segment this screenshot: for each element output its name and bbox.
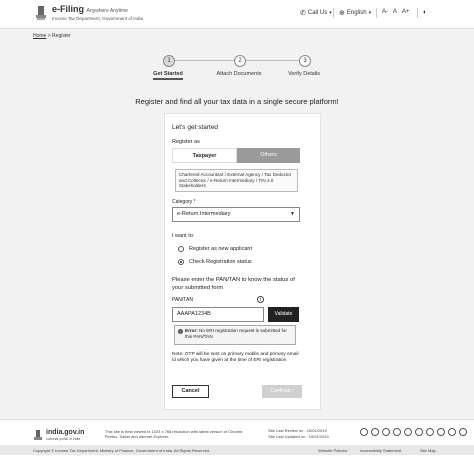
category-value: e-Return Intermediary: [177, 211, 231, 217]
font-size-controls: A- A A+: [382, 9, 410, 15]
badge-icon: [448, 428, 456, 436]
phone-icon: ✆: [300, 10, 306, 17]
error-icon: !: [178, 329, 183, 334]
step-2-label: Attach Documents: [216, 71, 262, 77]
divider: [417, 8, 418, 18]
form-heading: Let's get started: [172, 124, 219, 131]
call-us-label: Call Us: [307, 10, 328, 16]
step-3-label: Verify Details: [287, 71, 321, 77]
india-gov-link[interactable]: india.gov.in: [46, 429, 84, 436]
badge-icon: [382, 428, 390, 436]
register-as-tabs: Taxpayer Others: [172, 148, 300, 163]
breadcrumb: Home > Register: [33, 33, 71, 39]
contrast-toggle[interactable]: ◐: [423, 9, 427, 16]
last-review: Site Last Review on : 10/01/2019: [268, 428, 327, 433]
radio-circle: [178, 246, 184, 252]
india-gov-sub: national portal of india: [46, 437, 81, 441]
step-connector: [245, 60, 304, 61]
tab-others[interactable]: Others: [237, 148, 300, 163]
top-header: e-Filing Anywhere Anytime Income Tax Dep…: [0, 0, 474, 29]
error-message: ! Error: No ERI registration request is …: [174, 325, 296, 345]
emblem-logo: [36, 6, 46, 20]
radio-check-label: Check Registration status: [189, 259, 252, 265]
best-viewed-note: This site is best viewed in 1024 x 768 r…: [105, 429, 244, 439]
copyright: Copyright © Income Tax Department, Minis…: [33, 448, 210, 453]
step-connector: [174, 60, 237, 61]
error-label: Error:: [185, 328, 198, 333]
badge-icon: [415, 428, 423, 436]
breadcrumb-separator: >: [47, 33, 51, 39]
radio-new-applicant[interactable]: Register as new applicant: [178, 246, 278, 252]
badge-icon: [404, 428, 412, 436]
contrast-icon: ◐: [423, 9, 428, 16]
radio-check-status[interactable]: Check Registration status: [178, 259, 278, 265]
globe-icon: ⊕: [339, 10, 345, 17]
pan-input[interactable]: AAAPA1234B: [172, 307, 264, 322]
website-policies-link[interactable]: Website Policies: [318, 448, 347, 453]
accessibility-link[interactable]: Accessibility Statement: [360, 448, 401, 453]
cancel-button[interactable]: Cancel: [172, 385, 209, 398]
others-description: Chartered Accountant / External Agency /…: [175, 169, 298, 192]
page-tagline: Register and find all your tax data in a…: [135, 97, 339, 106]
site-map-link[interactable]: Site Map: [420, 448, 436, 453]
brand-subtitle: Income Tax Department, Government of Ind…: [52, 16, 143, 21]
info-icon[interactable]: i: [257, 296, 264, 303]
step-1-label: Get Started: [153, 71, 183, 77]
chevron-down-icon: ▾: [329, 10, 332, 16]
tab-taxpayer[interactable]: Taxpayer: [172, 148, 237, 163]
otp-note: Note: OTP will be sent on primary mobile…: [172, 352, 299, 364]
badge-icon: [437, 428, 445, 436]
pan-prompt: Please enter the PAN/TAN to know the sta…: [172, 277, 295, 291]
footer-badges: [360, 428, 467, 436]
brand-tagline: Anywhere Anytime: [86, 8, 128, 14]
brand[interactable]: e-Filing Anywhere Anytime Income Tax Dep…: [52, 4, 143, 22]
last-updated-date: 10/01/2019: [308, 434, 329, 439]
footer-bottom-bar: Copyright © Income Tax Department, Minis…: [0, 445, 474, 455]
language-label: English: [346, 10, 367, 16]
font-reset-button[interactable]: A: [393, 9, 397, 15]
chevron-down-icon: ▾: [368, 10, 372, 16]
error-text: No ERI registration request is submitted…: [185, 328, 287, 339]
pan-label: PAN/TAN: [172, 297, 193, 303]
radio-new-label: Register as new applicant: [189, 246, 252, 252]
badge-icon: [393, 428, 401, 436]
badge-icon: [459, 428, 467, 436]
want-label: I want to:: [172, 233, 195, 239]
step-2-circle: 2: [234, 55, 246, 67]
font-increase-button[interactable]: A+: [402, 9, 410, 15]
divider: [333, 8, 334, 18]
emblem-icon: [34, 430, 42, 440]
chevron-down-icon: ▼: [290, 211, 295, 217]
step-1-circle: 1: [163, 55, 175, 67]
step-3-circle: 3: [299, 55, 311, 67]
breadcrumb-current: Register: [52, 33, 71, 39]
continue-label: Continue: [270, 388, 291, 394]
validate-button[interactable]: Validate: [268, 307, 299, 322]
last-review-label: Site Last Review on :: [268, 428, 306, 433]
badge-icon: [371, 428, 379, 436]
language-selector[interactable]: ⊕ English ▾: [339, 9, 371, 17]
radio-circle-selected: [178, 259, 184, 265]
last-review-date: 10/01/2019: [306, 428, 327, 433]
call-us-button[interactable]: ✆ Call Us ▾: [300, 9, 332, 17]
active-step-underline: [153, 78, 183, 80]
continue-button[interactable]: Continue ›: [262, 385, 302, 398]
category-select[interactable]: e-Return Intermediary ▼: [172, 207, 300, 222]
brand-title: e-Filing: [52, 4, 84, 14]
font-decrease-button[interactable]: A-: [382, 9, 388, 15]
last-updated-label: Site Last Updated on :: [268, 434, 308, 439]
badge-icon: [360, 428, 368, 436]
register-as-label: Register as: [172, 139, 200, 145]
chevron-right-icon: ›: [291, 388, 294, 394]
last-updated: Site Last Updated on : 10/01/2019: [268, 434, 329, 439]
badge-icon: [426, 428, 434, 436]
category-label: Category *: [172, 199, 196, 205]
breadcrumb-home-link[interactable]: Home: [33, 33, 46, 39]
divider: [376, 8, 377, 18]
